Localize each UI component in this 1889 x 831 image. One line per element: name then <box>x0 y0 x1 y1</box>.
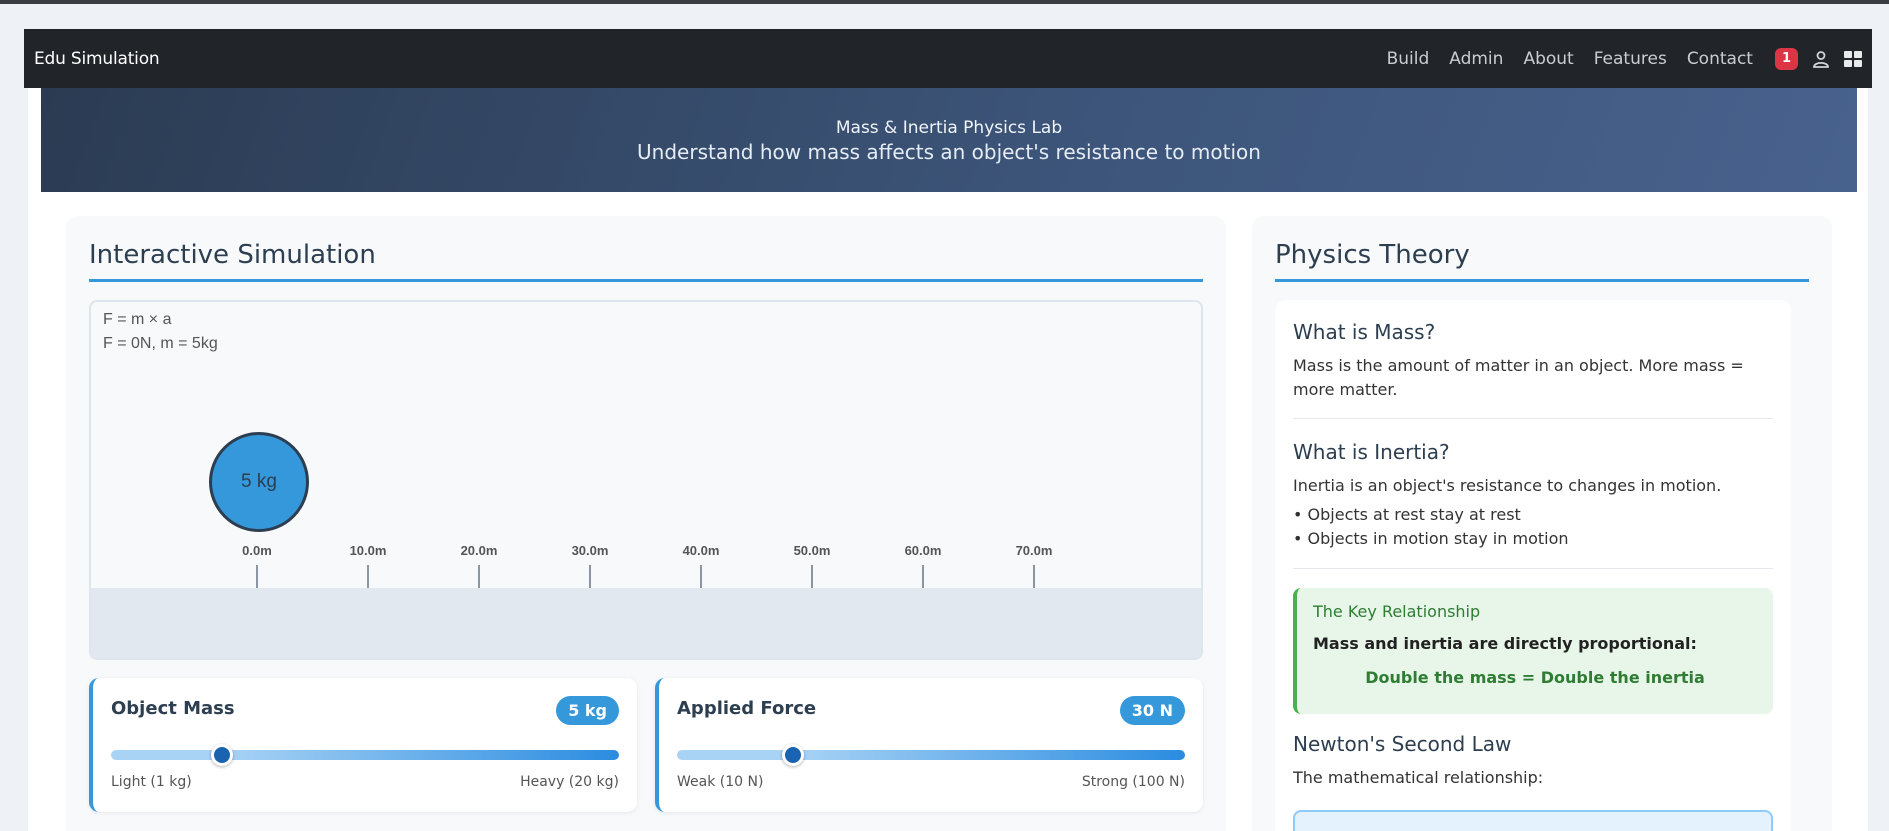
nav-link-build[interactable]: Build <box>1387 49 1430 69</box>
theory-heading-rule <box>1275 279 1809 282</box>
notification-badge[interactable]: 1 <box>1774 47 1798 70</box>
newton-text: The mathematical relationship: <box>1293 768 1544 787</box>
nav-links: Build Admin About Features Contact 1 <box>1367 47 1862 70</box>
ruler-tick-label: 60.0m <box>904 543 942 558</box>
ruler-tick <box>922 565 924 589</box>
simulation-heading-rule <box>89 279 1203 282</box>
force-slider-thumb[interactable] <box>781 744 804 766</box>
simulation-canvas[interactable]: F = m × a F = 0N, m = 5kg 5 kg 0.0m 10.0m… <box>89 300 1203 660</box>
ruler-tick <box>367 565 369 589</box>
mass-control-card: Object Mass 5 kg Light (1 kg) Heavy (20 … <box>89 678 637 812</box>
theory-content: What is Mass? Mass is the amount of matt… <box>1275 300 1791 831</box>
mass-value-badge: 5 kg <box>556 696 619 725</box>
mass-text: Mass is the amount of matter in an objec… <box>1293 356 1744 399</box>
hero-banner: Mass & Inertia Physics Lab Understand ho… <box>41 88 1857 192</box>
navbar: Edu Simulation Build Admin About Feature… <box>24 29 1872 88</box>
ruler-tick-label: 70.0m <box>1015 543 1053 558</box>
nav-link-contact[interactable]: Contact <box>1687 49 1753 69</box>
ruler-tick <box>811 565 813 589</box>
mass-control-label: Object Mass <box>111 698 235 719</box>
mass-object[interactable]: 5 kg <box>209 432 309 532</box>
divider <box>1293 418 1773 419</box>
ruler-tick-label: 20.0m <box>460 543 498 558</box>
nav-link-about[interactable]: About <box>1523 49 1573 69</box>
nav-link-admin[interactable]: Admin <box>1449 49 1503 69</box>
newton-formula-box <box>1293 810 1773 831</box>
divider <box>1293 568 1773 569</box>
mass-slider-thumb[interactable] <box>210 744 233 766</box>
inertia-bullet-motion: • Objects in motion stay in motion <box>1293 529 1569 548</box>
ruler-tick <box>478 565 480 589</box>
theory-heading: Physics Theory <box>1275 240 1470 270</box>
formula-current: F = 0N, m = 5kg <box>103 335 218 352</box>
ruler-tick <box>256 565 258 589</box>
ruler-tick <box>700 565 702 589</box>
brand-link[interactable]: Edu Simulation <box>34 49 160 69</box>
key-relationship-box: The Key Relationship Mass and inertia ar… <box>1293 588 1773 714</box>
ruler-tick-label: 30.0m <box>571 543 609 558</box>
force-min-label: Weak (10 N) <box>677 774 764 790</box>
mass-min-label: Light (1 kg) <box>111 774 192 790</box>
force-value-badge: 30 N <box>1119 696 1185 725</box>
mass-object-label: 5 kg <box>241 471 277 492</box>
ruler-tick-label: 0.0m <box>242 543 272 558</box>
force-slider-track[interactable] <box>677 750 1185 760</box>
key-relationship-equation: Double the mass = Double the inertia <box>1365 668 1705 687</box>
force-max-label: Strong (100 N) <box>1081 774 1185 790</box>
ground-surface <box>91 588 1201 658</box>
ruler-tick-label: 10.0m <box>349 543 387 558</box>
hero-subtitle: Understand how mass affects an object's … <box>637 140 1261 164</box>
simulation-heading: Interactive Simulation <box>89 240 376 270</box>
grid-icon[interactable] <box>1844 50 1862 67</box>
window-top-border <box>0 0 1889 4</box>
formula-general: F = m × a <box>103 311 172 328</box>
force-control-card: Applied Force 30 N Weak (10 N) Strong (1… <box>655 678 1203 812</box>
mass-title: What is Mass? <box>1293 320 1436 344</box>
user-icon[interactable] <box>1812 50 1830 68</box>
mass-slider-track[interactable] <box>111 750 619 760</box>
inertia-bullet-rest: • Objects at rest stay at rest <box>1293 505 1521 524</box>
nav-link-features[interactable]: Features <box>1594 49 1667 69</box>
ruler-tick-label: 50.0m <box>793 543 831 558</box>
inertia-title: What is Inertia? <box>1293 440 1450 464</box>
key-relationship-statement: Mass and inertia are directly proportion… <box>1313 634 1697 653</box>
ruler-tick-label: 40.0m <box>682 543 720 558</box>
key-relationship-title: The Key Relationship <box>1313 602 1481 621</box>
force-control-label: Applied Force <box>677 698 817 719</box>
hero-title: Mass & Inertia Physics Lab <box>835 118 1063 138</box>
ruler-tick <box>1033 565 1035 589</box>
newton-title: Newton's Second Law <box>1293 732 1512 756</box>
ruler-tick <box>589 565 591 589</box>
mass-max-label: Heavy (20 kg) <box>520 774 619 790</box>
inertia-text: Inertia is an object's resistance to cha… <box>1293 476 1722 495</box>
